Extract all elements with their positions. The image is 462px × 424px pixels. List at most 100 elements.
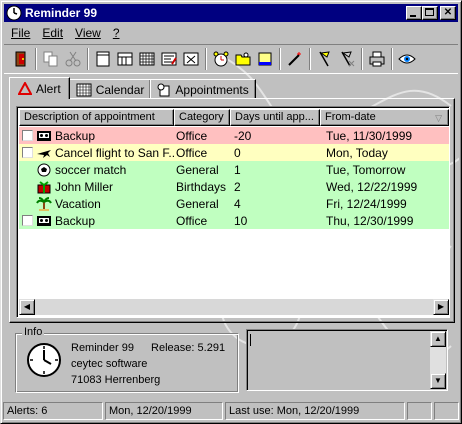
scroll-left-button[interactable]: ◀ <box>19 299 35 315</box>
tab-calendar[interactable]: Calendar <box>68 79 152 99</box>
table-row[interactable]: Vacation General 4 Fri, 12/24/1999 <box>19 195 449 212</box>
maximize-button[interactable] <box>422 6 438 20</box>
week-view-button[interactable] <box>114 48 136 70</box>
text-caret <box>250 334 251 346</box>
menu-edit[interactable]: Edit <box>36 24 69 42</box>
table-row[interactable]: Backup Office 10 Thu, 12/30/1999 <box>19 212 449 229</box>
toolbar-separator <box>391 48 393 70</box>
delete-icon <box>183 52 199 66</box>
week-view-icon <box>117 52 133 66</box>
scroll-down-button[interactable]: ▼ <box>430 373 446 389</box>
done-checkbox[interactable] <box>22 215 33 226</box>
menu-view[interactable]: View <box>69 24 107 42</box>
column-header-from-date[interactable]: From-date ▽ <box>320 109 449 126</box>
close-button[interactable]: ✕ <box>440 6 456 20</box>
row-category: Office <box>176 128 208 143</box>
info-group: Info Reminder 99 Release: 5.291 ceytec s… <box>15 326 239 393</box>
wizard-button[interactable] <box>284 48 306 70</box>
scroll-track[interactable] <box>430 347 446 373</box>
memo-textarea[interactable]: ▲ ▼ <box>246 329 448 391</box>
row-category: General <box>176 196 219 211</box>
cut-button[interactable] <box>62 48 84 70</box>
edit-icon <box>161 52 177 66</box>
scroll-right-button[interactable]: ▶ <box>433 299 449 315</box>
status-bar: Alerts: 6 Mon, 12/20/1999 Last use: Mon,… <box>3 402 459 421</box>
vertical-scrollbar[interactable]: ▲ ▼ <box>430 331 446 389</box>
preview-button[interactable] <box>396 48 418 70</box>
folder-button[interactable] <box>232 48 254 70</box>
list-header: Description of appointment Category Days… <box>19 109 449 126</box>
done-checkbox[interactable] <box>22 130 33 141</box>
menu-file[interactable]: File <box>5 24 36 42</box>
column-header-days[interactable]: Days until app... <box>230 109 320 126</box>
eye-icon <box>398 54 416 64</box>
calendar-grid-icon <box>76 83 92 96</box>
table-row[interactable]: soccer match General 1 Tue, Tomorrow <box>19 161 449 178</box>
arrow-down-icon: ▼ <box>434 376 442 385</box>
scroll-track[interactable] <box>35 299 433 315</box>
row-description: John Miller <box>55 179 114 194</box>
column-header-category[interactable]: Category <box>174 109 230 126</box>
clock-app-icon <box>6 5 22 21</box>
toolbar <box>4 44 458 74</box>
copy-button[interactable] <box>40 48 62 70</box>
flag-x-icon <box>341 51 355 67</box>
row-days: -20 <box>234 128 252 143</box>
delete-button[interactable] <box>180 48 202 70</box>
done-checkbox[interactable] <box>22 147 33 158</box>
row-date: Fri, 12/24/1999 <box>326 196 407 211</box>
note-button[interactable] <box>254 48 276 70</box>
row-description: Backup <box>55 128 96 143</box>
tape-icon <box>37 215 51 226</box>
tab-appointments[interactable]: Appointments <box>150 79 256 99</box>
status-alerts: Alerts: 6 <box>3 402 103 420</box>
arrow-left-icon: ◀ <box>23 302 31 311</box>
horizontal-scrollbar[interactable]: ◀ ▶ <box>19 299 449 315</box>
window-title: Reminder 99 <box>25 6 98 20</box>
scroll-up-button[interactable]: ▲ <box>430 331 446 347</box>
row-category: Office <box>176 213 208 228</box>
alert-triangle-icon <box>18 82 32 95</box>
unflag-button[interactable] <box>336 48 358 70</box>
row-days: 0 <box>234 145 241 160</box>
toolbar-separator <box>309 48 311 70</box>
exit-button[interactable] <box>10 48 32 70</box>
alarm-icon <box>213 51 229 67</box>
row-days: 1 <box>234 162 241 177</box>
table-row[interactable]: John Miller Birthdays 2 Wed, 12/22/1999 <box>19 178 449 195</box>
new-button[interactable] <box>92 48 114 70</box>
table-row[interactable]: Cancel flight to San F... Office 0 Mon, … <box>19 144 449 161</box>
clock-icon <box>27 343 61 377</box>
flag-button[interactable] <box>314 48 336 70</box>
tab-strip: Alert Calendar Appointments <box>9 77 256 99</box>
month-view-button[interactable] <box>136 48 158 70</box>
minimize-button[interactable] <box>406 6 422 20</box>
row-date: Wed, 12/22/1999 <box>326 179 418 194</box>
size-grip[interactable] <box>434 402 459 420</box>
row-date: Tue, Tomorrow <box>326 162 406 177</box>
appointment-list[interactable]: Description of appointment Category Days… <box>16 106 450 318</box>
soccer-ball-icon <box>37 163 51 176</box>
print-button[interactable] <box>366 48 388 70</box>
edit-button[interactable] <box>158 48 180 70</box>
info-label: Info <box>22 326 45 338</box>
maximize-icon <box>425 8 434 16</box>
close-icon: ✕ <box>443 7 453 18</box>
status-empty <box>407 402 432 420</box>
palm-tree-icon <box>36 196 52 211</box>
release-number: 5.291 <box>197 342 226 354</box>
tape-icon <box>37 130 51 141</box>
menu-help[interactable]: ? <box>107 24 126 42</box>
alarm-button[interactable] <box>210 48 232 70</box>
table-row[interactable]: Backup Office -20 Tue, 11/30/1999 <box>19 127 449 144</box>
column-header-description[interactable]: Description of appointment <box>19 109 174 126</box>
row-date: Tue, 11/30/1999 <box>326 128 413 143</box>
row-category: Birthdays <box>176 179 227 194</box>
title-bar[interactable]: Reminder 99 ✕ <box>4 4 458 22</box>
row-category: General <box>176 162 219 177</box>
row-description: Backup <box>55 213 96 228</box>
tab-alert[interactable]: Alert <box>9 77 70 99</box>
toolbar-separator <box>279 48 281 70</box>
company-address: 71083 Herrenberg <box>71 374 161 386</box>
note-icon <box>258 52 272 66</box>
